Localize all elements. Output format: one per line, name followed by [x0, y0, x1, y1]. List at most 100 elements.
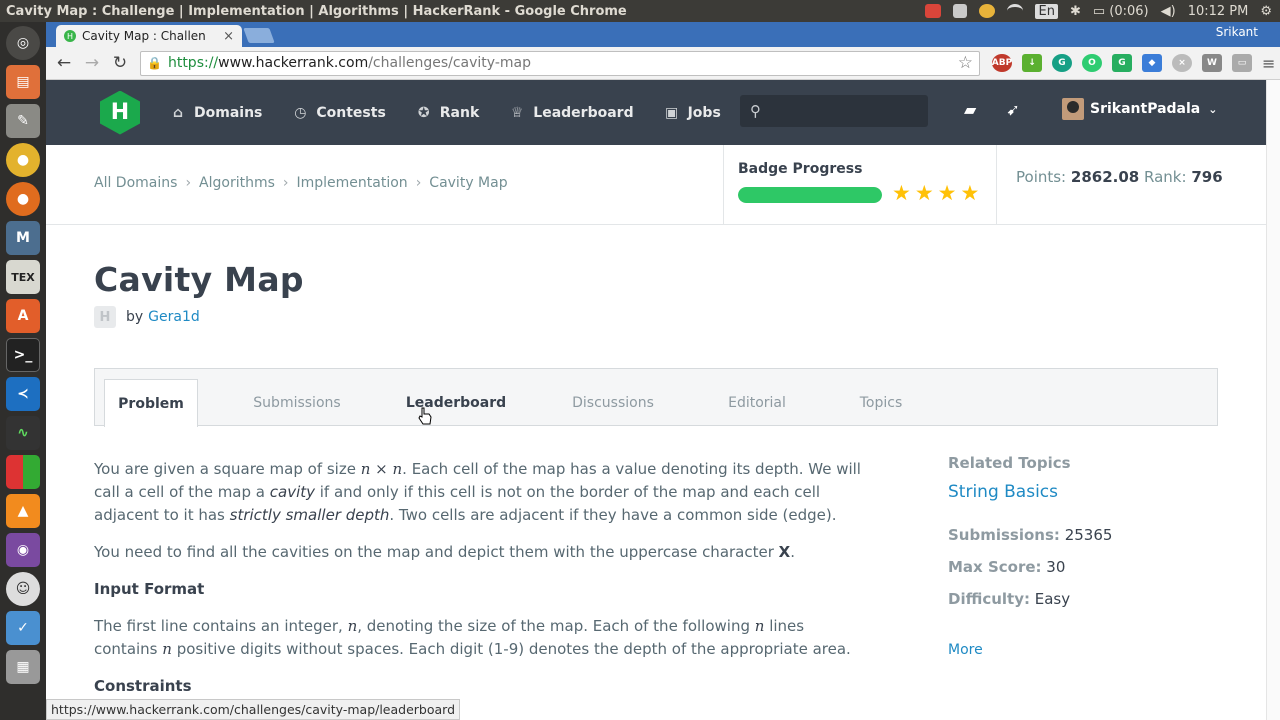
hackerrank-navbar: H ⌂ Domains ◷ Contests ✪ Rank ♕ Leaderboard …: [46, 80, 1266, 145]
tab-problem[interactable]: Problem: [104, 379, 198, 427]
page-scrollbar[interactable]: [1266, 80, 1280, 720]
nav-leaderboard[interactable]: ♕ Leaderboard: [509, 104, 634, 121]
chevron-down-icon: ⌄: [1208, 102, 1218, 116]
files-icon[interactable]: ▤: [6, 65, 40, 99]
chrome-tray-icon[interactable]: [979, 4, 996, 18]
nav-icons: ▰ ➹: [964, 100, 1020, 119]
stat-value: Easy: [1034, 590, 1071, 608]
text: , denoting the size of the map. Each of …: [357, 617, 755, 635]
breadcrumb-all-domains[interactable]: All Domains: [94, 175, 177, 191]
software-center-icon[interactable]: A: [6, 299, 40, 333]
url-path: /challenges/cavity-map: [368, 55, 531, 71]
chrome-menu-icon[interactable]: ≡: [1262, 54, 1275, 73]
extension-cast-icon[interactable]: ▭: [1232, 54, 1252, 72]
url-host: www.hackerrank.com: [218, 55, 369, 71]
points-rank: Points: 2862.08 Rank: 796: [1016, 168, 1223, 186]
vscode-icon[interactable]: ≺: [6, 377, 40, 411]
forward-icon[interactable]: →: [78, 53, 106, 73]
new-tab-button[interactable]: [243, 28, 275, 43]
close-tab-icon[interactable]: ×: [223, 29, 234, 44]
calculator-icon[interactable]: ✓: [6, 611, 40, 645]
notifications-icon[interactable]: ➹: [1006, 100, 1019, 119]
emphasis: cavity: [269, 483, 315, 501]
clock-icon: ◷: [294, 104, 307, 121]
terminal-icon[interactable]: >_: [6, 338, 40, 372]
system-monitor-icon[interactable]: M: [6, 221, 40, 255]
window-title: Cavity Map : Challenge | Implementation …: [6, 3, 627, 19]
profile-name[interactable]: Srikant: [1216, 25, 1258, 39]
back-icon[interactable]: ←: [50, 53, 78, 73]
stat-value: 30: [1046, 558, 1066, 576]
author-avatar: H: [94, 306, 116, 328]
extension-w-icon[interactable]: W: [1202, 54, 1222, 72]
download-icon[interactable]: ↓: [1022, 54, 1042, 72]
nav-contests[interactable]: ◷ Contests: [292, 104, 386, 121]
nav-domains[interactable]: ⌂ Domains: [170, 105, 262, 121]
search-input[interactable]: ⚲: [740, 95, 928, 127]
breadcrumb-algorithms[interactable]: Algorithms: [199, 175, 275, 191]
trash-icon[interactable]: ▦: [6, 650, 40, 684]
grammarly-icon[interactable]: G: [1052, 54, 1072, 72]
web-page: H ⌂ Domains ◷ Contests ✪ Rank ♕ Leaderboard …: [46, 80, 1266, 720]
chrome-launcher-icon[interactable]: ●: [6, 143, 40, 177]
problem-paragraph: You need to find all the cavities on the…: [94, 541, 864, 564]
extension-grey-icon[interactable]: ×: [1172, 54, 1192, 72]
text-editor-icon[interactable]: ✎: [6, 104, 40, 138]
badge-progress-bar: [738, 187, 882, 203]
recorder-icon[interactable]: [925, 4, 942, 18]
stat-label: Max Score:: [948, 558, 1042, 576]
reload-icon[interactable]: ↻: [106, 53, 134, 73]
activity-monitor-icon[interactable]: ∿: [6, 416, 40, 450]
volume-icon[interactable]: ◀): [1161, 4, 1176, 19]
points-value: 2862.08: [1070, 168, 1140, 186]
search-icon: ⚲: [750, 102, 761, 120]
battery-indicator[interactable]: ▭ (0:06): [1093, 4, 1149, 19]
messages-icon[interactable]: ▰: [964, 100, 976, 119]
dash-icon[interactable]: ◎: [6, 26, 40, 60]
keyboard-layout[interactable]: En: [1035, 3, 1058, 19]
nav-label: Jobs: [687, 104, 721, 121]
page-title: Cavity Map: [94, 260, 304, 299]
bookmark-star-icon[interactable]: ☆: [958, 53, 973, 73]
browser-tab[interactable]: H Cavity Map : Challen ×: [56, 25, 242, 47]
tab-discussions[interactable]: Discussions: [561, 379, 665, 427]
bluetooth-icon[interactable]: ✱: [1070, 4, 1081, 19]
author-link[interactable]: Gera1d: [148, 309, 200, 325]
app-icon[interactable]: ☺: [6, 572, 40, 606]
extension-g-icon[interactable]: G: [1112, 54, 1132, 72]
user-menu[interactable]: SrikantPadala ⌄: [1062, 98, 1217, 120]
tab-submissions[interactable]: Submissions: [245, 379, 349, 427]
firefox-icon[interactable]: ●: [6, 182, 40, 216]
clock[interactable]: 10:12 PM: [1188, 4, 1249, 19]
nav-jobs[interactable]: ▣ Jobs: [664, 105, 721, 121]
related-topic-link[interactable]: String Basics: [948, 482, 1208, 502]
adblock-icon[interactable]: ABP: [992, 54, 1012, 72]
wifi-icon[interactable]: [1007, 4, 1024, 18]
breadcrumb-cavity-map[interactable]: Cavity Map: [429, 175, 507, 191]
more-link[interactable]: More: [948, 642, 1208, 658]
problem-statement: You are given a square map of size n × n…: [94, 458, 864, 712]
extension-green-icon[interactable]: O: [1082, 54, 1102, 72]
nav-label: Leaderboard: [533, 104, 634, 121]
tab-title: Cavity Map : Challen: [82, 29, 206, 43]
media-player-icon[interactable]: ◉: [6, 533, 40, 567]
nav-label: Rank: [439, 104, 480, 121]
vlc-icon[interactable]: ▲: [6, 494, 40, 528]
nav-rank[interactable]: ✪ Rank: [416, 104, 480, 121]
address-bar[interactable]: 🔒 https://www.hackerrank.com/challenges/…: [140, 50, 980, 76]
settings-gear-icon[interactable]: ⚙: [1260, 4, 1272, 19]
tex-icon[interactable]: TEX: [6, 260, 40, 294]
home-icon: ⌂: [172, 104, 184, 121]
tab-editorial[interactable]: Editorial: [717, 379, 797, 427]
text: positive digits without spaces. Each dig…: [171, 640, 851, 658]
points-label: Points:: [1016, 168, 1067, 186]
extension-blue-icon[interactable]: ◆: [1142, 54, 1162, 72]
breadcrumb-implementation[interactable]: Implementation: [297, 175, 408, 191]
hackerrank-logo[interactable]: H: [100, 90, 140, 135]
nav-label: Contests: [316, 104, 386, 121]
badge-progress: Badge Progress ★ ★ ★ ★: [723, 145, 997, 225]
game-icon[interactable]: [6, 455, 40, 489]
dropbox-icon[interactable]: [953, 4, 968, 18]
tab-topics[interactable]: Topics: [851, 379, 911, 427]
trophy-icon: ♕: [511, 104, 524, 121]
